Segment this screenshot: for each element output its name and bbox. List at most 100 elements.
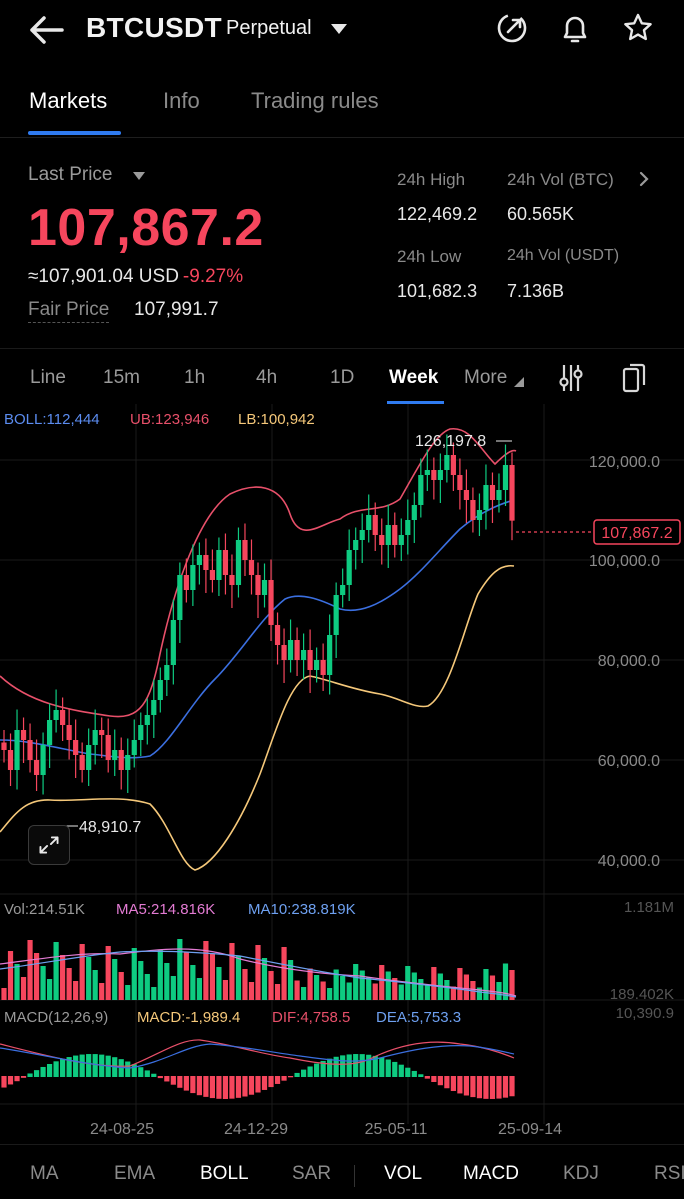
interval-1d[interactable]: 1D xyxy=(330,367,354,389)
candle-body xyxy=(502,465,509,490)
indicator-ma[interactable]: MA xyxy=(30,1163,59,1185)
interval-week[interactable]: Week xyxy=(389,367,438,389)
candle-body xyxy=(476,510,483,520)
candle-body xyxy=(73,740,79,755)
volume-bar xyxy=(229,943,235,1000)
tab-markets[interactable]: Markets xyxy=(29,88,107,114)
vol-btc-label[interactable]: 24h Vol (BTC) xyxy=(507,170,614,190)
volume-bar xyxy=(131,948,137,1000)
candle-body xyxy=(118,750,124,770)
candle-body xyxy=(229,575,235,585)
symbol-title[interactable]: BTCUSDT xyxy=(86,12,222,44)
indicator-kdj[interactable]: KDJ xyxy=(563,1163,599,1185)
star-icon[interactable] xyxy=(620,10,656,46)
volume-bar xyxy=(79,944,85,1000)
boll-mid-line xyxy=(0,499,515,759)
price-tick: 120,000.0 xyxy=(589,454,660,471)
date-tick: 25-05-11 xyxy=(365,1121,428,1138)
interval-more[interactable]: More xyxy=(464,367,507,389)
candle-body xyxy=(40,745,46,775)
volume-bar xyxy=(314,975,320,1000)
candle-body xyxy=(14,730,20,770)
last-price-label[interactable]: Last Price xyxy=(28,164,112,186)
copy-layout-icon[interactable] xyxy=(620,362,650,394)
volume-bar xyxy=(118,972,124,1000)
macd-bar xyxy=(7,1076,14,1085)
macd-params-legend: MACD(12,26,9) xyxy=(4,1009,108,1026)
interval-line[interactable]: Line xyxy=(30,367,66,389)
candle-body xyxy=(144,715,150,725)
volume-bar xyxy=(138,961,144,1000)
indicator-vol[interactable]: VOL xyxy=(384,1163,422,1185)
fair-price-label[interactable]: Fair Price xyxy=(28,299,110,323)
volume-bar xyxy=(14,964,20,1000)
candle-body xyxy=(405,520,411,535)
macd-bar xyxy=(164,1076,170,1082)
volume-bar xyxy=(366,977,372,1000)
candle-body xyxy=(255,575,261,595)
dropdown-caret-icon[interactable] xyxy=(328,20,350,38)
macd-bar xyxy=(379,1057,385,1077)
price-type-caret-icon[interactable] xyxy=(132,171,146,181)
macd-bar xyxy=(261,1076,268,1090)
macd-bar xyxy=(463,1076,470,1096)
macd-bar xyxy=(138,1067,144,1077)
indicator-settings-icon[interactable] xyxy=(556,362,586,394)
more-caret-icon[interactable] xyxy=(513,376,525,388)
volume-bar xyxy=(1,988,7,1000)
candle-body xyxy=(222,550,229,575)
volume-bar xyxy=(183,952,189,1000)
macd-bar xyxy=(242,1076,248,1097)
volume-bar xyxy=(125,985,131,1000)
interval-4h[interactable]: 4h xyxy=(256,367,277,389)
high-24h-value: 122,469.2 xyxy=(397,204,478,224)
interval-1h[interactable]: 1h xyxy=(184,367,205,389)
macd-bar xyxy=(502,1076,509,1098)
candle-body xyxy=(242,540,248,560)
macd-bar xyxy=(131,1064,137,1077)
indicator-sar[interactable]: SAR xyxy=(292,1163,331,1185)
volume-bar xyxy=(46,979,53,1000)
indicator-macd[interactable]: MACD xyxy=(463,1163,519,1185)
high-24h-label: 24h High xyxy=(397,170,466,189)
volume-bar xyxy=(190,965,196,1000)
macd-bar xyxy=(92,1054,98,1077)
vol-btc-value: 60.565K xyxy=(507,204,575,224)
volume-bar xyxy=(235,956,242,1000)
dif-legend: DIF:4,758.5 xyxy=(272,1009,350,1026)
macd-bar xyxy=(431,1076,437,1082)
indicator-rsi[interactable]: RSI xyxy=(654,1163,684,1185)
indicator-bar: MA EMA BOLL SAR VOL MACD KDJ RSI xyxy=(0,1144,684,1199)
volume-bar xyxy=(268,971,274,1000)
volume-bar xyxy=(489,975,496,1000)
fullscreen-icon[interactable] xyxy=(28,825,70,865)
candle-body xyxy=(496,490,502,500)
volume-bar xyxy=(307,968,313,1000)
back-arrow-icon[interactable] xyxy=(24,10,68,50)
bell-icon[interactable] xyxy=(557,10,593,46)
candle-body xyxy=(470,500,476,520)
indicator-ema[interactable]: EMA xyxy=(114,1163,155,1185)
price-tick: 40,000.0 xyxy=(598,853,660,870)
macd-bar xyxy=(60,1058,66,1077)
chevron-right-icon[interactable] xyxy=(636,170,652,188)
volume-bar xyxy=(320,981,326,1000)
volume-bar xyxy=(418,979,424,1000)
candle-body xyxy=(33,760,40,775)
candle-body xyxy=(418,475,424,505)
volume-bar xyxy=(255,945,261,1000)
volume-bar xyxy=(20,977,27,1000)
share-icon[interactable] xyxy=(494,10,530,46)
volume-bar xyxy=(372,983,378,1000)
interval-15m[interactable]: 15m xyxy=(103,367,140,389)
volume-bar xyxy=(222,980,229,1000)
indicator-boll[interactable]: BOLL xyxy=(200,1163,249,1185)
contract-type[interactable]: Perpetual xyxy=(226,17,312,40)
fair-price-value: 107,991.7 xyxy=(134,299,219,320)
tab-trading-rules[interactable]: Trading rules xyxy=(251,88,379,114)
price-change-percent: -9.27% xyxy=(182,266,244,287)
tab-info[interactable]: Info xyxy=(163,88,200,114)
volume-bar xyxy=(33,953,40,1000)
candle-body xyxy=(281,645,287,660)
price-chart[interactable]: BOLL:112,444 UB:123,946 LB:100,942 120,0… xyxy=(0,404,684,1144)
